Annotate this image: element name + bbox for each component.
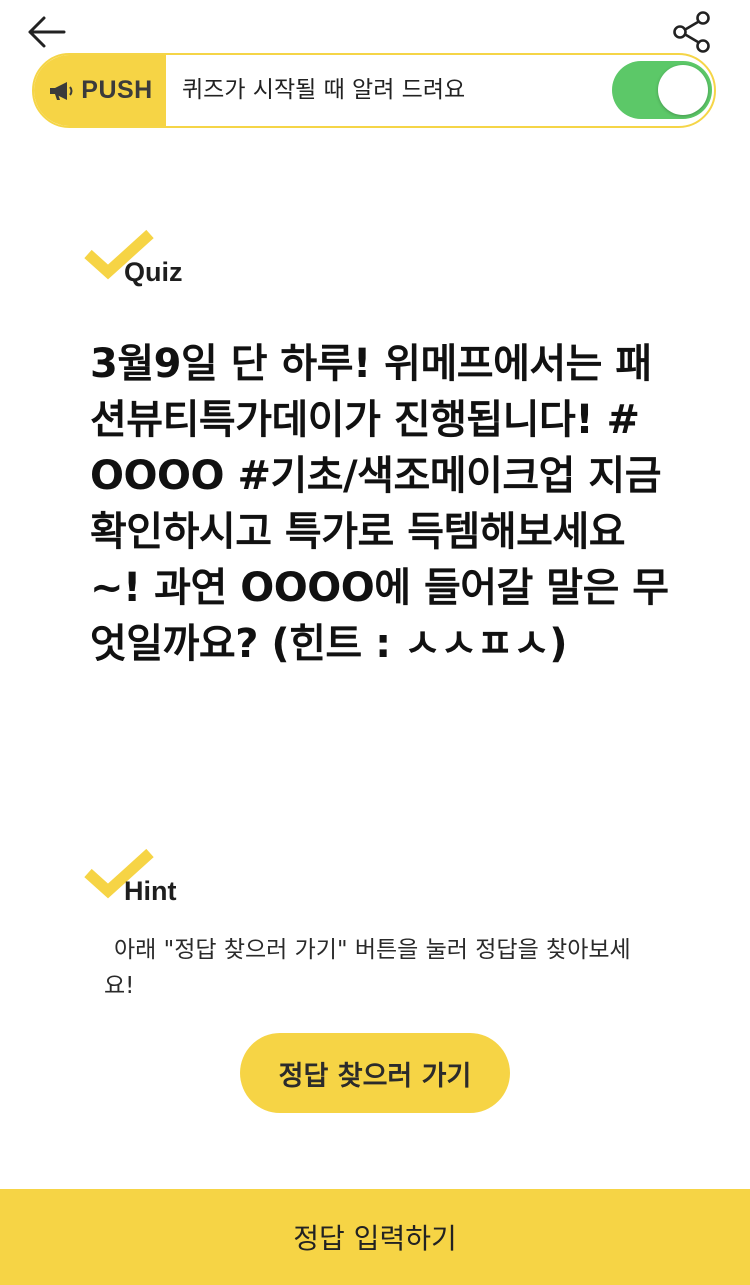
push-message: 퀴즈가 시작될 때 알려 드려요 [182,77,466,103]
toggle-knob[interactable] [658,65,708,115]
enter-answer-button[interactable]: 정답 입력하기 [0,1189,750,1285]
hint-label: Hint [124,876,177,906]
hint-text: 아래 "정답 찾으러 가기" 버튼을 눌러 정답을 찾아보세요! [104,937,631,999]
arrow-left-icon[interactable] [22,12,70,52]
quiz-question: 3월9일 단 하루! 위메프에서는 패션뷰티특가데이가 진행됩니다! #OOOO… [90,341,669,667]
megaphone-icon [50,81,73,100]
push-label: PUSH [81,76,153,104]
quiz-label: Quiz [124,257,183,287]
push-badge: PUSH [34,55,166,126]
push-notification-bar: PUSH 퀴즈가 시작될 때 알려 드려요 [32,53,716,128]
find-answer-button[interactable]: 정답 찾으러 가기 [240,1033,510,1113]
push-toggle[interactable] [612,61,712,119]
share-icon[interactable] [668,8,716,56]
